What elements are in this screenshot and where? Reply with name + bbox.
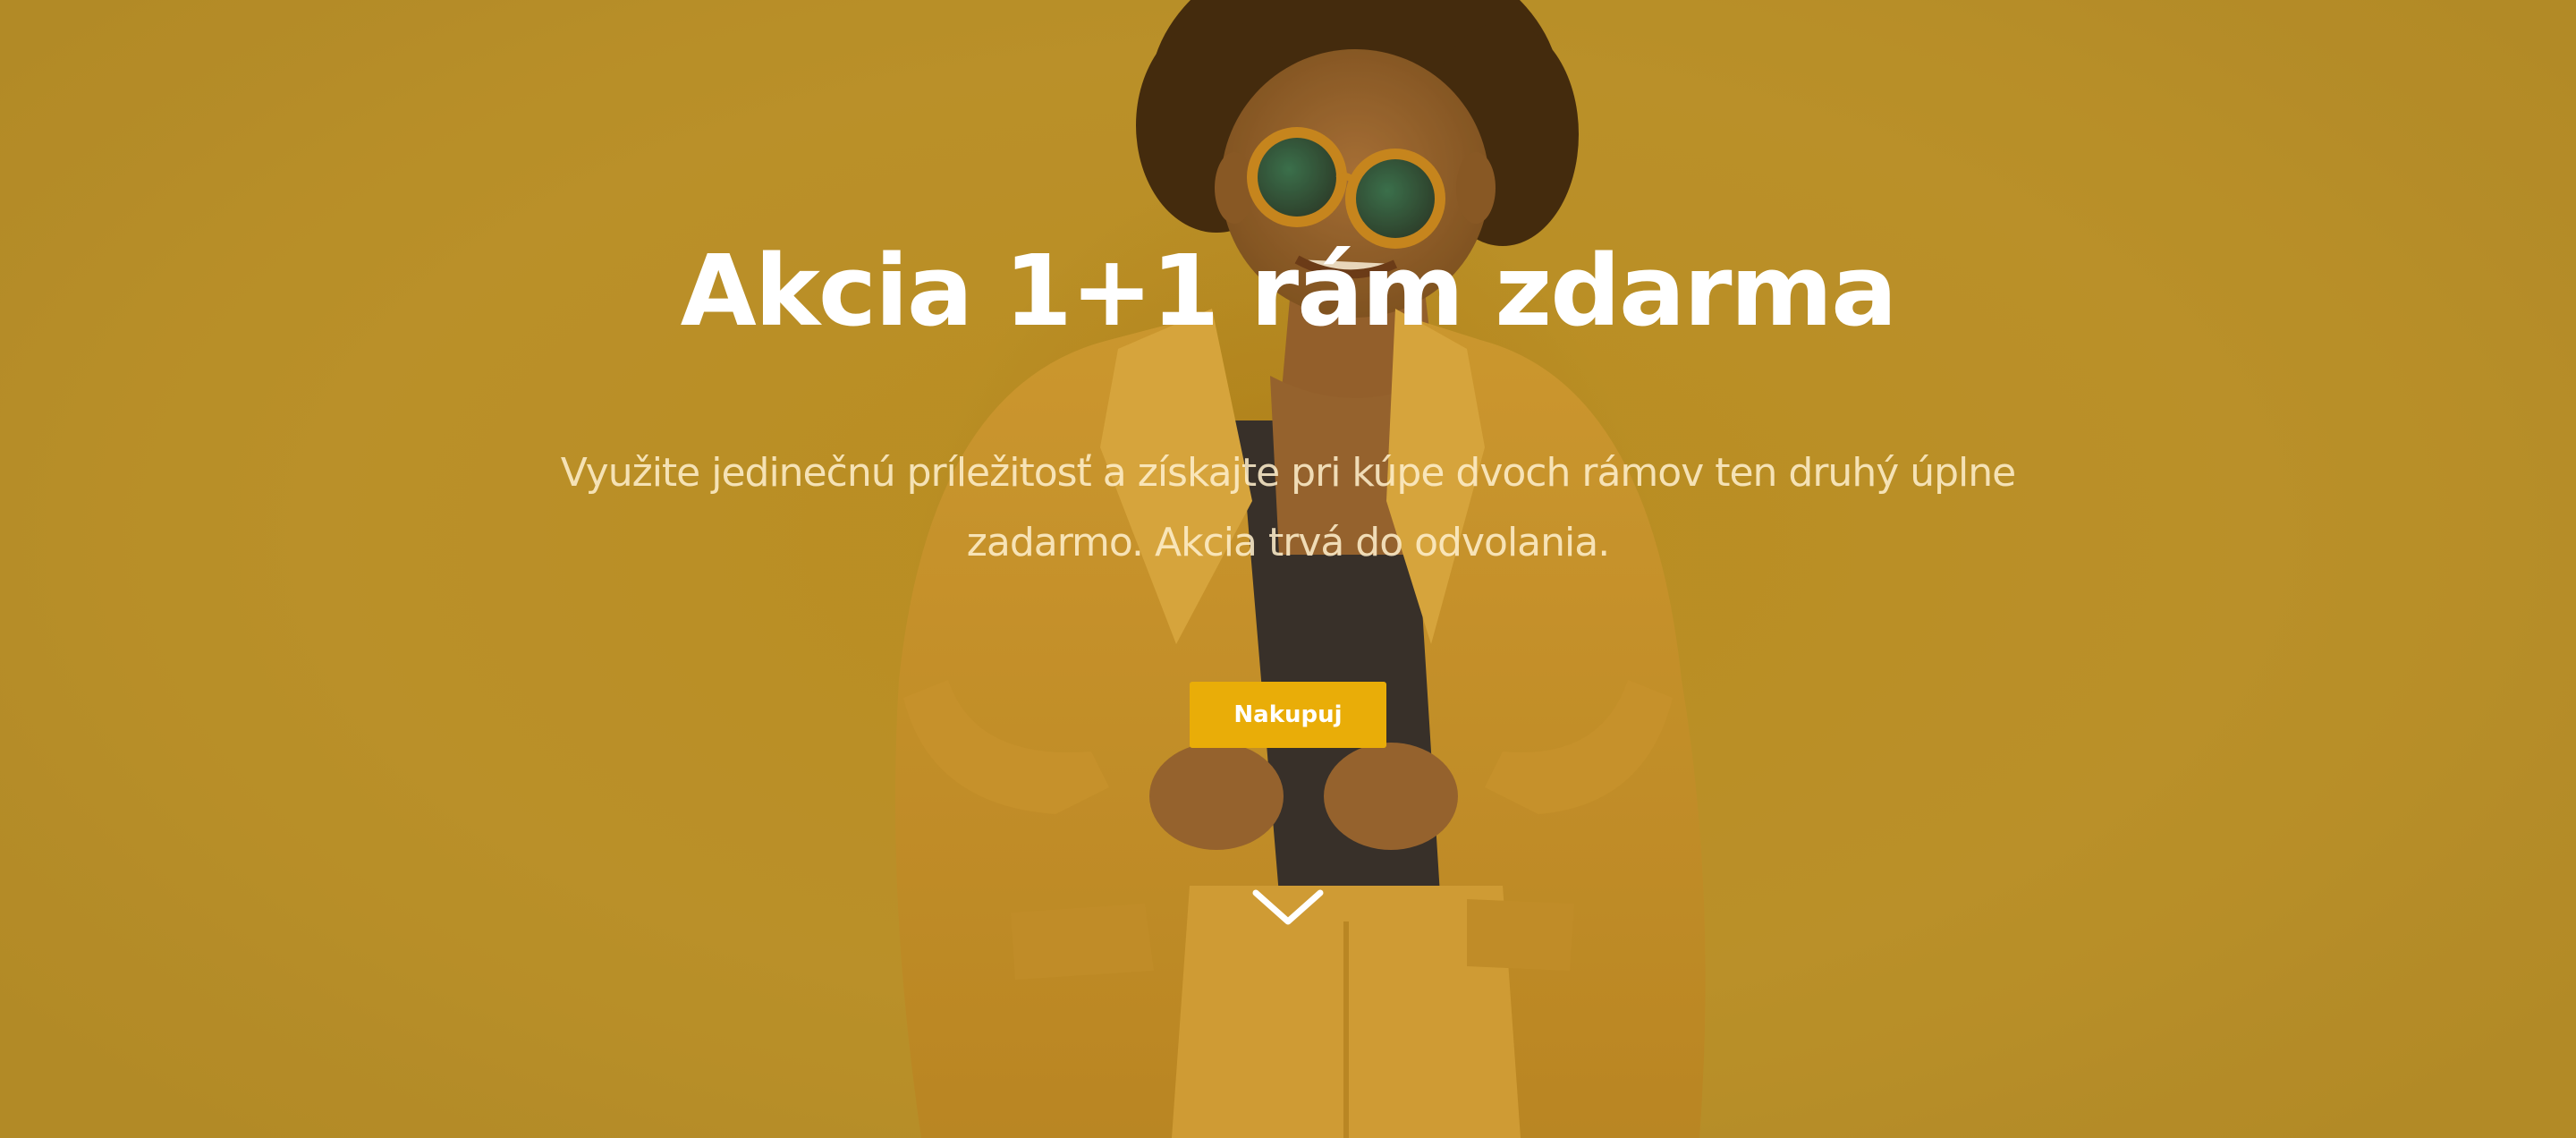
- hero-banner: Akcia 1+1 rám zdarma Využite jedinečnú p…: [0, 0, 2576, 1138]
- scroll-down-icon[interactable]: [1252, 887, 1324, 930]
- chevron-down-icon: [1252, 889, 1324, 925]
- hero-subtitle: Využite jedinečnú príležitosť a získajte…: [560, 450, 2016, 565]
- shop-now-button[interactable]: Nakupuj: [1190, 682, 1386, 748]
- hero-content: Akcia 1+1 rám zdarma Využite jedinečnú p…: [0, 0, 2576, 1138]
- hero-title: Akcia 1+1 rám zdarma: [680, 234, 1898, 348]
